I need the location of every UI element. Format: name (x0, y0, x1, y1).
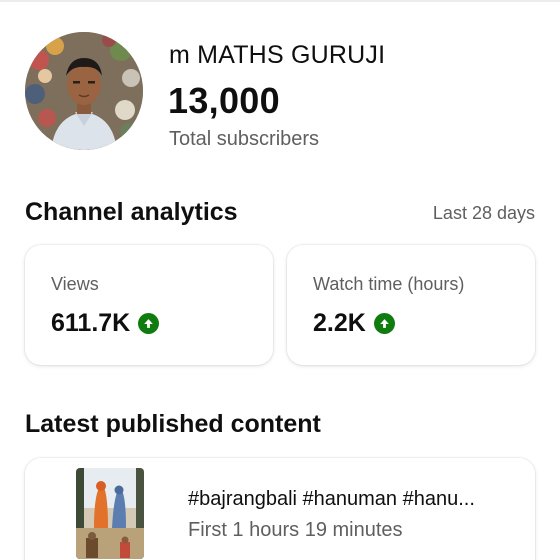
views-value: 611.7K (51, 309, 131, 337)
subscriber-label: Total subscribers (169, 128, 320, 150)
video-title[interactable]: #bajrangbali #hanuman #hanu... (188, 488, 475, 511)
views-label: Views (51, 274, 99, 294)
video-stat: First 1 hours 19 minutes (188, 519, 403, 541)
views-card[interactable]: Views 611.7K (25, 245, 273, 365)
watch-time-value-row: 2.2K (313, 309, 395, 338)
avatar-photo (25, 32, 143, 150)
subscriber-count: 13,000 (168, 80, 280, 121)
channel-avatar[interactable] (25, 32, 143, 150)
views-value-row: 611.7K (51, 309, 160, 338)
analytics-section-title: Channel analytics (25, 198, 238, 226)
arrow-up-circle-icon (373, 313, 395, 334)
watch-time-value: 2.2K (313, 309, 366, 337)
arrow-up-circle-icon (138, 313, 160, 334)
video-thumbnail[interactable] (76, 468, 144, 559)
channel-header: m MATHS GURUJI 13,000 Total subscribers (25, 32, 545, 152)
latest-content-title: Latest published content (25, 410, 321, 438)
watch-time-card[interactable]: Watch time (hours) 2.2K (287, 245, 535, 365)
channel-dashboard: m MATHS GURUJI 13,000 Total subscribers … (0, 0, 560, 560)
date-range-label: Last 28 days (432, 203, 535, 223)
channel-name: m MATHS GURUJI (169, 41, 386, 69)
thumbnail-image (76, 468, 144, 559)
top-divider (0, 0, 560, 2)
watch-time-label: Watch time (hours) (313, 274, 465, 294)
latest-video-card[interactable]: #bajrangbali #hanuman #hanu... First 1 h… (25, 458, 535, 560)
